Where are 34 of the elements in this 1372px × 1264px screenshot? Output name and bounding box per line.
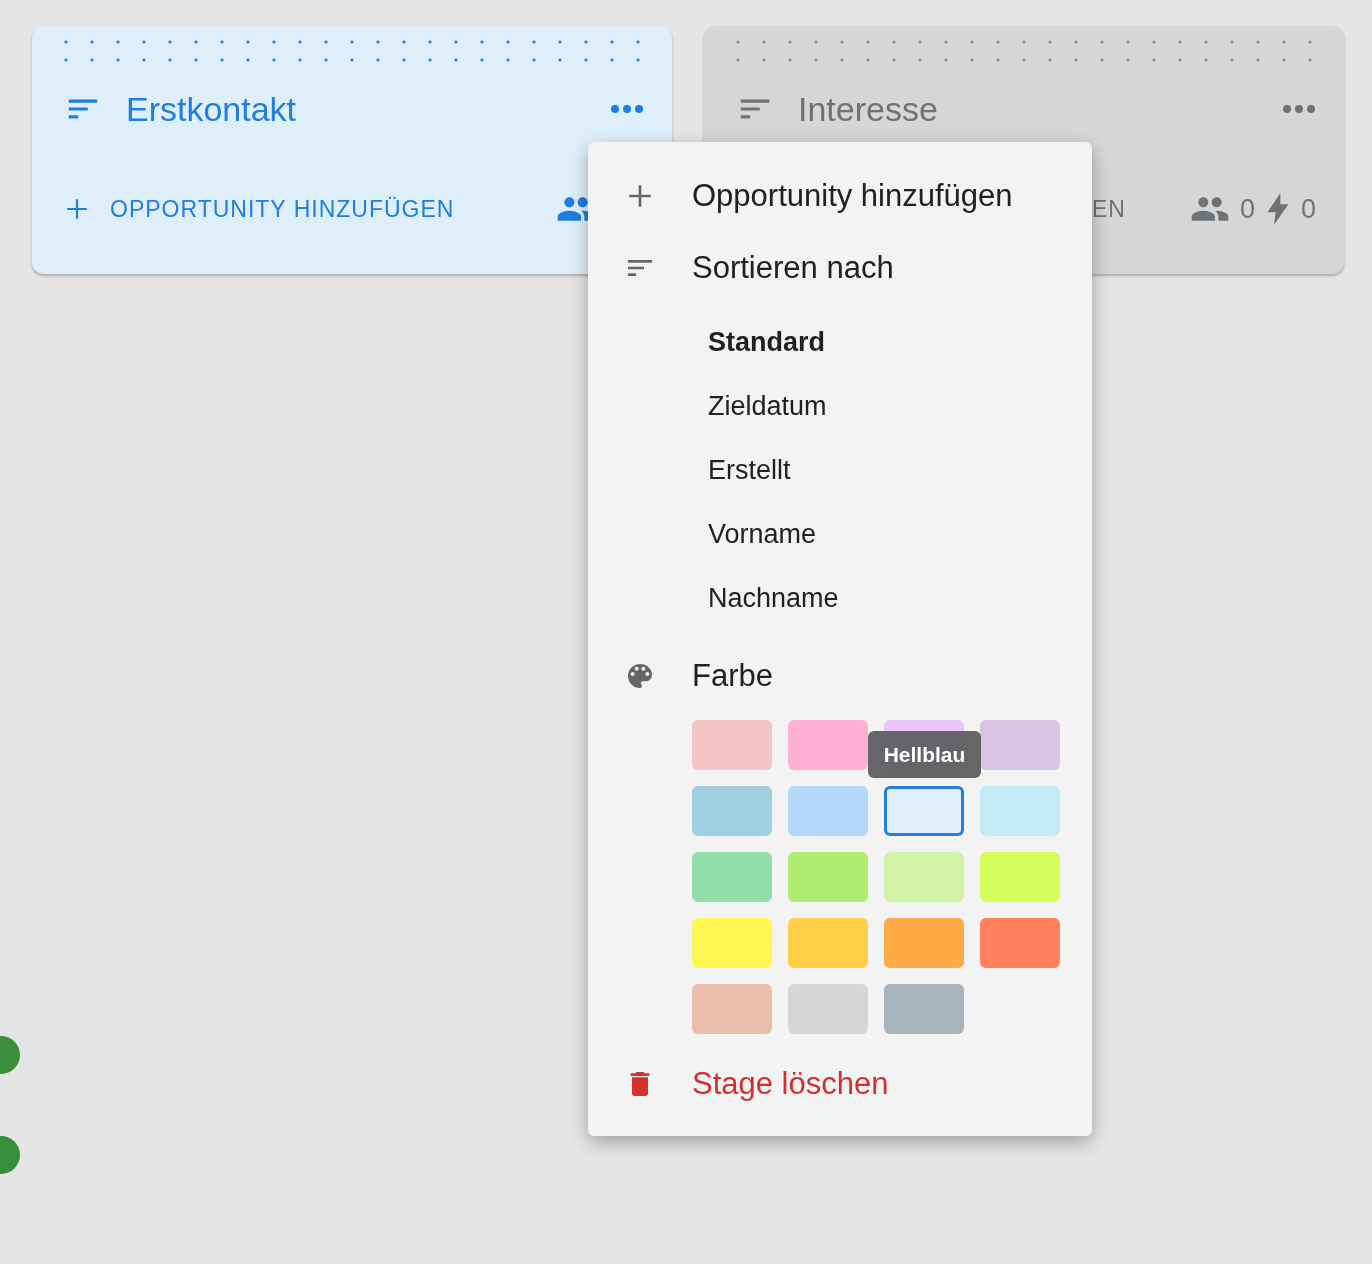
- plus-icon: [64, 196, 90, 222]
- more-icon[interactable]: [610, 104, 644, 114]
- sort-option[interactable]: Vorname: [624, 502, 1092, 566]
- color-swatch[interactable]: [980, 918, 1060, 968]
- menu-item[interactable]: Sortieren nach: [624, 232, 1092, 304]
- color-swatch[interactable]: [692, 918, 772, 968]
- color-swatch[interactable]: [884, 786, 964, 836]
- color-swatch[interactable]: [884, 918, 964, 968]
- sort-option[interactable]: Zieldatum: [624, 374, 1092, 438]
- color-swatch[interactable]: [884, 984, 964, 1034]
- stage-title: Erstkontakt: [126, 89, 298, 129]
- stage-title: Interesse: [798, 89, 939, 129]
- sort-option[interactable]: Erstellt: [624, 438, 1092, 502]
- color-swatch[interactable]: [980, 720, 1060, 770]
- color-swatch[interactable]: [788, 720, 868, 770]
- color-swatch[interactable]: [980, 786, 1060, 836]
- color-swatch[interactable]: [692, 984, 772, 1034]
- color-swatch[interactable]: [692, 852, 772, 902]
- color-swatch[interactable]: [980, 852, 1060, 902]
- sort-option[interactable]: Standard: [624, 310, 1092, 374]
- tooltip: Hellblau: [868, 731, 981, 778]
- color-swatch[interactable]: [788, 786, 868, 836]
- color-swatch[interactable]: [884, 852, 964, 902]
- color-swatch[interactable]: [788, 984, 868, 1034]
- count-text: 0: [1300, 193, 1316, 225]
- count-text: 0: [1239, 193, 1255, 225]
- color-swatch[interactable]: [788, 918, 868, 968]
- delete-stage-item[interactable]: Stage löschen: [624, 1048, 1092, 1120]
- color-swatch[interactable]: [692, 786, 772, 836]
- more-icon[interactable]: [1282, 104, 1316, 114]
- sort-option[interactable]: Nachname: [624, 566, 1092, 630]
- color-swatch[interactable]: [692, 720, 772, 770]
- menu-item[interactable]: Opportunity hinzufügen: [624, 160, 1092, 232]
- color-swatch[interactable]: [788, 852, 868, 902]
